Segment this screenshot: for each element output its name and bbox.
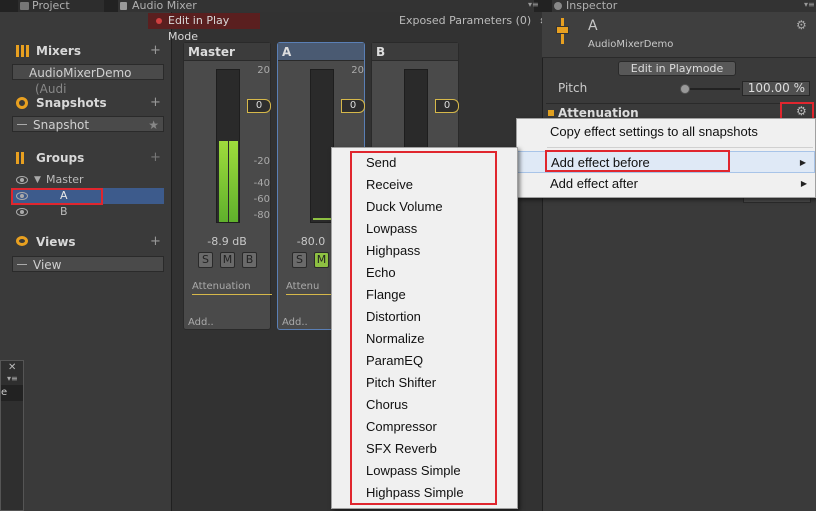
inspector-header: A AudioMixerDemo ⚙ [542, 12, 816, 58]
tab-audio-mixer-label: Audio Mixer [132, 0, 197, 12]
add-effect-button[interactable]: Add.. [188, 317, 214, 328]
submenu-arrow-icon: ▶ [799, 158, 806, 167]
floating-window: ✕ ▾≡ e [0, 360, 24, 511]
mixer-name: AudioMixerDemo [588, 39, 674, 50]
pitch-value-field[interactable]: 100.00 % [742, 81, 810, 96]
tab-inspector-label: Inspector [566, 0, 618, 12]
scale-label: -20 [253, 156, 270, 167]
pitch-label: Pitch [558, 81, 588, 95]
add-snapshot-button[interactable]: + [150, 96, 161, 110]
tab-inspector[interactable]: Inspector [552, 0, 816, 12]
effect-color-icon [548, 110, 554, 116]
db-readout: -8.9 dB [207, 235, 247, 248]
object-name: A [588, 18, 598, 34]
bypass-button[interactable]: B [242, 252, 257, 268]
exposed-parameters-dropdown[interactable]: Exposed Parameters (0) ⬍ [399, 14, 546, 27]
groups-header: Groups [16, 150, 84, 166]
mixer-icon [16, 45, 29, 57]
scale-label: 20 [257, 65, 270, 76]
volume-handle[interactable]: 0 [247, 99, 271, 113]
views-header: Views [16, 234, 76, 250]
highlight-group-a [11, 188, 103, 205]
meter-bar-right [229, 141, 238, 222]
foldout-icon[interactable]: ▼ [34, 172, 41, 188]
mixer-item[interactable]: AudioMixerDemo (Audi [12, 64, 164, 96]
edit-in-playmode-button[interactable]: Edit in Playmode [618, 61, 736, 76]
info-icon [554, 2, 562, 10]
drag-handle-icon [17, 264, 27, 265]
mixers-header: Mixers [16, 43, 81, 59]
scale-label: -60 [253, 194, 270, 205]
record-dot-icon [156, 18, 162, 24]
eye-icon[interactable] [16, 208, 28, 216]
menu-item-copy-effect-settings[interactable]: Copy effect settings to all snapshots [517, 121, 815, 143]
highlight-add-effect-before [545, 150, 730, 172]
tab-project[interactable]: Project [18, 0, 104, 12]
mute-button[interactable]: M [220, 252, 235, 268]
solo-button[interactable]: S [292, 252, 307, 268]
menu-item-add-effect-after[interactable]: Add effect after ▶ [517, 173, 815, 195]
strip-master[interactable]: Master 20 -20 -40 -60 -80 0 -8.9 dB S M … [183, 42, 272, 330]
snapshot-item[interactable]: Snapshot ★ [12, 116, 164, 132]
scale-label: 20 [351, 65, 364, 76]
group-row-master[interactable]: ▼ Master [12, 172, 164, 188]
submenu-arrow-icon: ▶ [800, 179, 807, 188]
close-icon[interactable]: ✕ [8, 362, 16, 373]
pitch-slider-knob[interactable] [680, 84, 690, 94]
volume-handle[interactable]: 0 [341, 99, 365, 113]
vu-meter [216, 69, 240, 223]
menu-separator [547, 147, 813, 148]
drag-handle-icon [17, 124, 27, 125]
folder-icon [20, 2, 29, 10]
scale-label: -40 [253, 178, 270, 189]
highlight-effects-list [350, 151, 497, 505]
add-mixer-button[interactable]: + [150, 44, 161, 58]
view-eye-icon [16, 236, 28, 246]
star-icon[interactable]: ★ [148, 117, 159, 133]
edit-in-play-mode-toggle[interactable]: Edit in Play Mode [148, 13, 260, 43]
group-row-b[interactable]: B [12, 204, 164, 220]
scale-label: -80 [253, 210, 270, 221]
tab-audio-mixer[interactable]: Audio Mixer [118, 0, 534, 12]
volume-handle[interactable]: 0 [435, 99, 459, 113]
floating-window-text: e [1, 385, 23, 401]
window-menu-icon[interactable]: ▾≡ [7, 374, 18, 383]
attenuation-effect-slot[interactable]: Attenuation [192, 281, 272, 295]
strip-title: B [372, 43, 458, 61]
tab-menu-icon[interactable]: ▾≡ [528, 0, 539, 12]
solo-button[interactable]: S [198, 252, 213, 268]
mute-button[interactable]: M [314, 252, 329, 268]
settings-gear-icon[interactable]: ⚙ [796, 18, 807, 32]
snapshots-header: Snapshots [16, 95, 107, 111]
strip-title: A [278, 43, 364, 61]
meter-bar-left [219, 141, 228, 222]
mixer-icon [120, 2, 127, 10]
add-effect-button[interactable]: Add.. [282, 317, 308, 328]
eye-icon[interactable] [16, 176, 28, 184]
view-item[interactable]: View [12, 256, 164, 272]
tab-project-label: Project [32, 0, 70, 12]
add-view-button[interactable]: + [150, 235, 161, 249]
strip-title: Master [184, 43, 270, 61]
group-icon [556, 18, 570, 44]
inspector-tab-menu-icon[interactable]: ▾≡ [804, 0, 815, 12]
meter-floor [313, 218, 332, 220]
groups-icon [16, 152, 29, 164]
snapshot-icon [16, 97, 28, 109]
add-group-button[interactable]: + [150, 151, 161, 165]
